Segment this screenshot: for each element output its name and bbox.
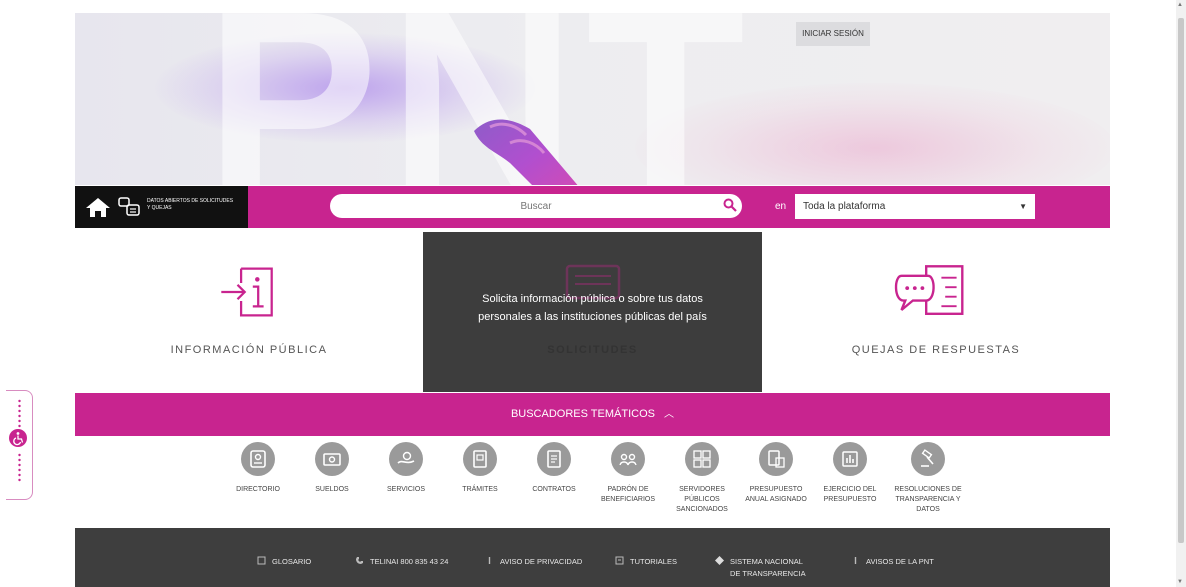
footer-sistema-nacional-link[interactable]: SISTEMA NACIONAL DE TRANSPARENCIA bbox=[715, 556, 806, 580]
servicios-icon bbox=[389, 442, 423, 476]
footer-telinai-link[interactable]: TELINAI 800 835 43 24 bbox=[355, 556, 448, 568]
search-bar: DATOS ABIERTOS DE SOLICITUDES Y QUEJAS e… bbox=[75, 186, 1110, 228]
scroll-down-icon[interactable]: ▼ bbox=[1177, 579, 1183, 585]
tramites-icon bbox=[463, 442, 497, 476]
tile-informacion-label: INFORMACIÓN PÚBLICA bbox=[170, 344, 328, 356]
scope-select-value: Toda la plataforma bbox=[803, 201, 886, 212]
tutorial-icon bbox=[615, 556, 624, 565]
tile-solicitudes[interactable]: Solicita información pública o sobre tus… bbox=[423, 232, 762, 392]
servidores-sancionados-icon bbox=[685, 442, 719, 476]
theme-label: PRESUPUESTO ANUAL ASIGNADO bbox=[745, 486, 807, 503]
scope-select[interactable]: Toda la plataforma ▼ bbox=[795, 194, 1035, 219]
theme-directorio[interactable]: DIRECTORIO bbox=[220, 442, 296, 495]
footer-glosario-link[interactable]: GLOSARIO bbox=[257, 556, 311, 568]
hero-banner: PNT INICIAR SESIÓN bbox=[75, 13, 1110, 185]
footer-telinai-label: TELINAI 800 835 43 24 bbox=[370, 557, 449, 566]
theme-label: CONTRATOS bbox=[532, 486, 576, 493]
buscadores-tematicos-toggle[interactable]: BUSCADORES TEMÁTICOS ︿ bbox=[75, 393, 1110, 436]
home-icon[interactable] bbox=[85, 196, 111, 218]
home-box: DATOS ABIERTOS DE SOLICITUDES Y QUEJAS bbox=[75, 186, 248, 228]
theme-label: SUELDOS bbox=[315, 486, 349, 493]
datos-abiertos-link[interactable]: DATOS ABIERTOS DE SOLICITUDES Y QUEJAS bbox=[147, 198, 237, 212]
quejas-chat-icon bbox=[894, 265, 964, 315]
tile-quejas-respuestas[interactable]: QUEJAS DE RESPUESTAS bbox=[762, 232, 1110, 392]
theme-label: TRÁMITES bbox=[462, 486, 498, 493]
solicitudes-hover-text: Solicita información pública o sobre tus… bbox=[423, 290, 762, 326]
solicitudes-overlay-line2: personales a las instituciones públicas … bbox=[478, 311, 707, 323]
theme-contratos[interactable]: CONTRATOS bbox=[516, 442, 592, 495]
footer-tutoriales-label: TUTORIALES bbox=[630, 557, 677, 566]
footer-aviso-privacidad-link[interactable]: AVISO DE PRIVACIDAD bbox=[485, 556, 582, 568]
scope-prefix-label: en bbox=[775, 201, 787, 212]
dots-top-icon bbox=[18, 399, 21, 428]
wheelchair-icon bbox=[9, 429, 27, 447]
sueldos-icon bbox=[315, 442, 349, 476]
theme-label: EJERCICIO DEL PRESUPUESTO bbox=[823, 486, 877, 503]
accessibility-widget[interactable] bbox=[6, 390, 33, 500]
buscadores-label: BUSCADORES TEMÁTICOS bbox=[510, 408, 655, 420]
footer-glosario-label: GLOSARIO bbox=[272, 557, 312, 566]
theme-padron-beneficiarios[interactable]: PADRÓN DE BENEFICIARIOS bbox=[590, 442, 666, 505]
gavel-icon bbox=[911, 442, 945, 476]
footer: GLOSARIO TELINAI 800 835 43 24 AVISO DE … bbox=[75, 528, 1110, 587]
info-icon bbox=[488, 557, 491, 564]
tile-solicitudes-label: SOLICITUDES bbox=[547, 344, 638, 356]
ejercicio-presupuesto-icon bbox=[833, 442, 867, 476]
ribbon-graphic bbox=[474, 119, 578, 185]
dropdown-caret-icon: ▼ bbox=[1019, 202, 1027, 211]
theme-label: RESOLUCIONES DE TRANSPARENCIA Y DATOS bbox=[894, 486, 962, 513]
footer-sistema-label: SISTEMA NACIONAL DE TRANSPARENCIA bbox=[730, 557, 806, 578]
theme-label: SERVIDORES PÚBLICOS SANCIONADOS bbox=[676, 486, 728, 513]
login-button[interactable]: INICIAR SESIÓN bbox=[796, 22, 870, 46]
directorio-icon bbox=[241, 442, 275, 476]
chevron-up-icon: ︿ bbox=[664, 409, 675, 420]
page-scrollbar[interactable]: ▲ ▼ bbox=[1176, 0, 1186, 587]
thematic-search-list: DIRECTORIO SUELDOS SERVICIOS TRÁMITES CO… bbox=[220, 442, 990, 522]
theme-presupuesto-anual[interactable]: PRESUPUESTO ANUAL ASIGNADO bbox=[738, 442, 814, 505]
tile-informacion-publica[interactable]: INFORMACIÓN PÚBLICA bbox=[75, 232, 423, 392]
book-icon bbox=[257, 556, 266, 565]
theme-tramites[interactable]: TRÁMITES bbox=[442, 442, 518, 495]
theme-label: DIRECTORIO bbox=[236, 486, 280, 493]
sistema-nacional-icon bbox=[715, 556, 724, 565]
footer-avisos-label: AVISOS DE LA PNT bbox=[866, 557, 934, 566]
search-icon[interactable] bbox=[723, 198, 737, 212]
theme-label: SERVICIOS bbox=[387, 486, 425, 493]
tile-quejas-label: QUEJAS DE RESPUESTAS bbox=[851, 344, 1021, 356]
footer-avisos-pnt-link[interactable]: AVISOS DE LA PNT bbox=[851, 556, 934, 568]
solicitudes-overlay-line1: Solicita información pública o sobre tus… bbox=[482, 293, 703, 305]
scrollbar-thumb[interactable] bbox=[1178, 18, 1184, 543]
dots-bottom-icon bbox=[18, 453, 21, 482]
theme-label: PADRÓN DE BENEFICIARIOS bbox=[600, 486, 656, 503]
theme-servidores-sancionados[interactable]: SERVIDORES PÚBLICOS SANCIONADOS bbox=[664, 442, 740, 515]
search-input[interactable] bbox=[330, 194, 742, 218]
avisos-icon bbox=[854, 557, 857, 564]
theme-resoluciones[interactable]: RESOLUCIONES DE TRANSPARENCIA Y DATOS bbox=[890, 442, 966, 515]
informacion-publica-icon bbox=[221, 267, 273, 317]
padron-beneficiarios-icon bbox=[611, 442, 645, 476]
presupuesto-anual-icon bbox=[759, 442, 793, 476]
contratos-icon bbox=[537, 442, 571, 476]
datos-abiertos-icon[interactable] bbox=[117, 196, 141, 218]
phone-icon bbox=[356, 557, 363, 564]
theme-ejercicio-presupuesto[interactable]: EJERCICIO DEL PRESUPUESTO bbox=[812, 442, 888, 505]
scroll-up-icon[interactable]: ▲ bbox=[1177, 2, 1183, 8]
theme-servicios[interactable]: SERVICIOS bbox=[368, 442, 444, 495]
footer-aviso-label: AVISO DE PRIVACIDAD bbox=[500, 557, 583, 566]
theme-sueldos[interactable]: SUELDOS bbox=[294, 442, 370, 495]
footer-tutoriales-link[interactable]: TUTORIALES bbox=[615, 556, 677, 568]
